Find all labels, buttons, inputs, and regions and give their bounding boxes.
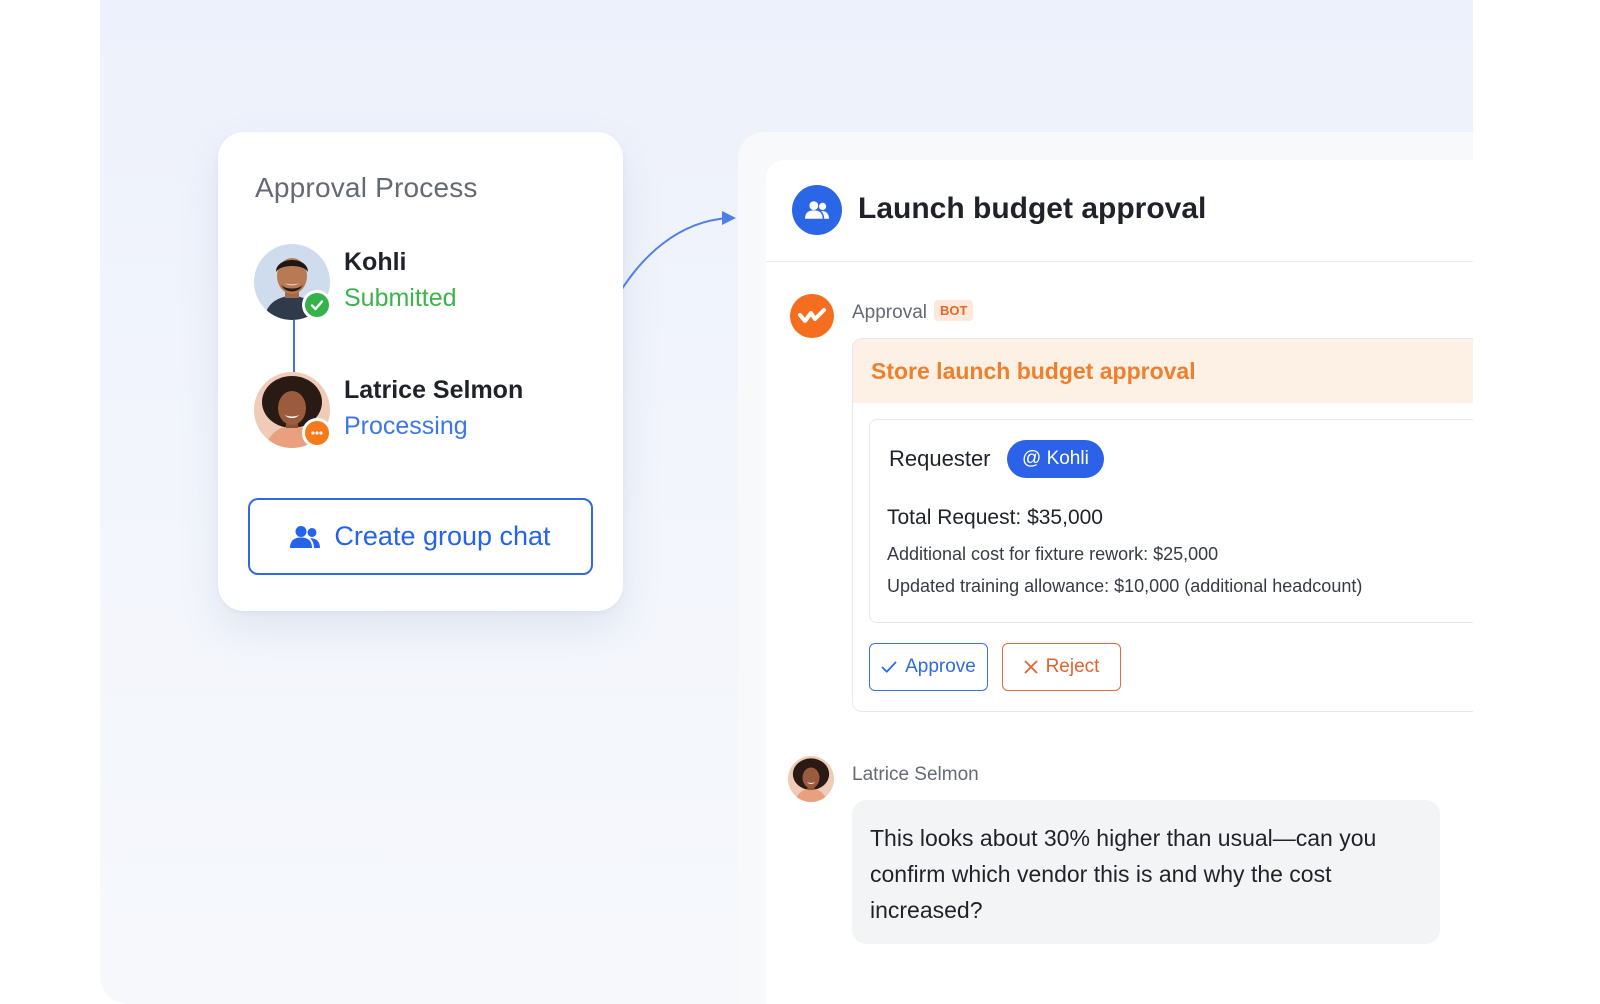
detail-line: Updated training allowance: $10,000 (add… [887,576,1363,596]
approval-logo-icon [798,308,826,323]
approve-button[interactable]: Approve [869,643,988,691]
latrice-selmon-avatar[interactable] [788,756,834,802]
approval-card-title: Store launch budget approval [853,339,1473,403]
chat-window: Launch budget approval Approval BOT Stor… [766,160,1473,1004]
stage: Approval Process Kohli Submitted Latrice… [0,0,1600,1004]
check-icon [310,300,324,311]
step-connector [293,320,295,372]
create-group-chat-label: Create group chat [334,521,551,551]
reject-button[interactable]: Reject [1002,643,1121,691]
user-sender-name: Latrice Selmon [852,764,979,785]
step-status: Processing [344,412,468,440]
chat-header: Launch budget approval [766,160,1473,262]
chat-title: Launch budget approval [858,192,1207,225]
requester-mention[interactable]: @ Kohli [1007,440,1104,478]
approval-process-card: Approval Process Kohli Submitted Latrice… [218,132,623,611]
step-name: Kohli [344,248,407,276]
bot-sender-name: Approval [852,302,927,323]
user-message-bubble: This looks about 30% higher than usual—c… [852,800,1440,944]
group-icon [290,525,321,548]
approval-bot-avatar[interactable] [790,294,834,338]
group-chat-avatar[interactable] [792,185,842,235]
approve-label: Approve [905,656,976,677]
processing-badge [302,418,332,448]
card-title: Approval Process [255,172,478,203]
create-group-chat-button[interactable]: Create group chat [248,498,593,575]
approval-message-card: Store launch budget approval Requester @… [852,338,1473,712]
step-status: Submitted [344,284,457,312]
bot-badge: BOT [934,300,974,321]
request-details: Requester @ Kohli Total Request: $35,000… [869,419,1473,623]
reject-label: Reject [1045,656,1100,677]
check-icon [881,661,897,673]
close-icon [1024,660,1037,674]
more-dots-icon [311,431,323,435]
detail-line: Additional cost for fixture rework: $25,… [887,544,1219,564]
group-icon [805,201,829,219]
step-name: Latrice Selmon [344,376,524,404]
requester-label: Requester [889,446,991,471]
total-request: Total Request: $35,000 [887,506,1103,529]
submitted-check-badge [302,290,332,320]
